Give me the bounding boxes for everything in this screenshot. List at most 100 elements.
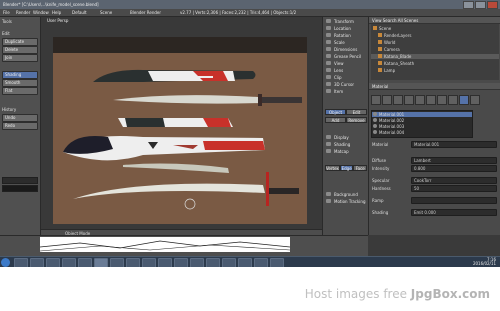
viewport-title: User Persp [47,18,69,23]
material-slot[interactable]: Material.002 [372,118,472,123]
color-swatch[interactable] [2,185,38,192]
modifiers-tab-icon[interactable] [437,95,447,105]
outliner-header: View Search All Scenes [369,17,500,24]
delete-button[interactable]: Delete [2,46,38,54]
world-tab-icon[interactable] [404,95,414,105]
remove-button[interactable]: Remove [346,117,367,123]
material-tab-icon[interactable] [459,95,469,105]
constraints-tab-icon[interactable] [426,95,436,105]
add-button[interactable]: Add [325,117,346,123]
taskbar-app-icon[interactable] [110,258,124,267]
specular-shader-field[interactable]: CookTorr [411,177,497,184]
panel-item[interactable]: Display [325,135,367,140]
panel-item[interactable]: View [325,61,367,66]
taskbar-app-icon[interactable] [142,258,156,267]
window-controls [463,1,498,9]
material-slot[interactable]: Material.001 [372,112,472,117]
duplicate-button[interactable]: Duplicate [2,38,38,46]
outliner-row[interactable]: Scene [371,26,499,31]
shading-button[interactable]: Shading [2,71,38,79]
scene-tab-icon[interactable] [393,95,403,105]
panel-item[interactable]: 3D Cursor [325,82,367,87]
undo-button[interactable]: Undo [2,114,38,122]
panel-icon [326,47,331,51]
panel-item[interactable]: Location [325,26,367,31]
face-mode-button[interactable]: Face [353,165,368,171]
object-tab-icon[interactable] [415,95,425,105]
operator-field[interactable] [2,177,38,184]
host-watermark[interactable]: Host images free JpgBox.com [305,287,490,301]
screen-layout[interactable]: Default [72,10,87,15]
panel-item[interactable]: Rotation [325,33,367,38]
panel-item[interactable]: Matcap [325,149,367,154]
intensity-field[interactable]: 0.800 [411,165,497,172]
vertex-mode-button[interactable]: Vertex [325,165,340,171]
taskbar-app-icon[interactable] [206,258,220,267]
taskbar-blender-icon[interactable] [94,258,108,267]
taskbar-apps [14,258,284,267]
taskbar-app-icon[interactable] [238,258,252,267]
scene-selector[interactable]: Scene [100,10,112,15]
panel-item[interactable]: Motion Tracking [325,199,367,204]
tab-object[interactable]: Object [325,109,346,115]
outliner-row[interactable]: Camera [371,47,499,52]
taskbar-app-icon[interactable] [222,258,236,267]
outliner-row[interactable]: Lamp [371,68,499,73]
close-button[interactable] [487,1,498,9]
outliner-row[interactable]: Katana_Blade [371,54,499,59]
diffuse-shader-field[interactable]: Lambert [411,157,497,164]
panel-item[interactable]: Dimensions [325,47,367,52]
outliner-row[interactable]: World [371,40,499,45]
ramp-field[interactable] [411,197,497,204]
texture-tab-icon[interactable] [470,95,480,105]
menu-render[interactable]: Render [16,10,30,15]
redo-button[interactable]: Redo [2,122,38,130]
maximize-button[interactable] [475,1,486,9]
outliner-row[interactable]: Katana_Sheath [371,61,499,66]
material-slot[interactable]: Material.004 [372,130,472,135]
outliner[interactable]: Scene RenderLayers World Camera Katana_B… [371,24,499,80]
menu-file[interactable]: File [3,10,10,15]
outliner-row[interactable]: RenderLayers [371,33,499,38]
taskbar-app-icon[interactable] [254,258,268,267]
3d-viewport[interactable]: User Persp [41,17,322,229]
taskbar-app-icon[interactable] [190,258,204,267]
taskbar-app-icon[interactable] [62,258,76,267]
panel-item[interactable]: Grease Pencil [325,54,367,59]
render-tab-icon[interactable] [371,95,381,105]
panel-item[interactable]: Shading [325,142,367,147]
render-engine[interactable]: Blender Render [130,10,161,15]
taskbar-app-icon[interactable] [126,258,140,267]
material-slot-list[interactable]: Material.001 Material.002 Material.003 M… [371,110,473,138]
flat-button[interactable]: Flat [2,87,38,95]
taskbar-app-icon[interactable] [158,258,172,267]
panel-item[interactable]: Scale [325,40,367,45]
panel-item[interactable]: Lens [325,68,367,73]
taskbar-app-icon[interactable] [30,258,44,267]
material-slot[interactable]: Material.003 [372,124,472,129]
join-button[interactable]: Join [2,54,38,62]
system-tray-clock[interactable]: 7:16 2016/02/11 [473,258,496,266]
edge-mode-button[interactable]: Edge [339,165,354,171]
menu-help[interactable]: Help [52,10,61,15]
start-button[interactable] [1,258,10,267]
material-name-field[interactable]: Material.001 [411,141,497,148]
data-tab-icon[interactable] [448,95,458,105]
taskbar-app-icon[interactable] [78,258,92,267]
smooth-button[interactable]: Smooth [2,79,38,87]
panel-item[interactable]: Transform [325,19,367,24]
taskbar-app-icon[interactable] [174,258,188,267]
panel-item[interactable]: Background [325,192,367,197]
hardness-field[interactable]: 50 [411,185,497,192]
taskbar-app-icon[interactable] [46,258,60,267]
taskbar-app-icon[interactable] [14,258,28,267]
taskbar-app-icon[interactable] [270,258,284,267]
timeline-area[interactable] [0,235,368,257]
panel-item[interactable]: Item [325,89,367,94]
shading-field[interactable]: Emit 0.000 [411,209,497,216]
minimize-button[interactable] [463,1,474,9]
menu-window[interactable]: Window [33,10,49,15]
panel-item[interactable]: Clip [325,75,367,80]
tab-edit[interactable]: Edit [346,109,367,115]
layers-tab-icon[interactable] [382,95,392,105]
